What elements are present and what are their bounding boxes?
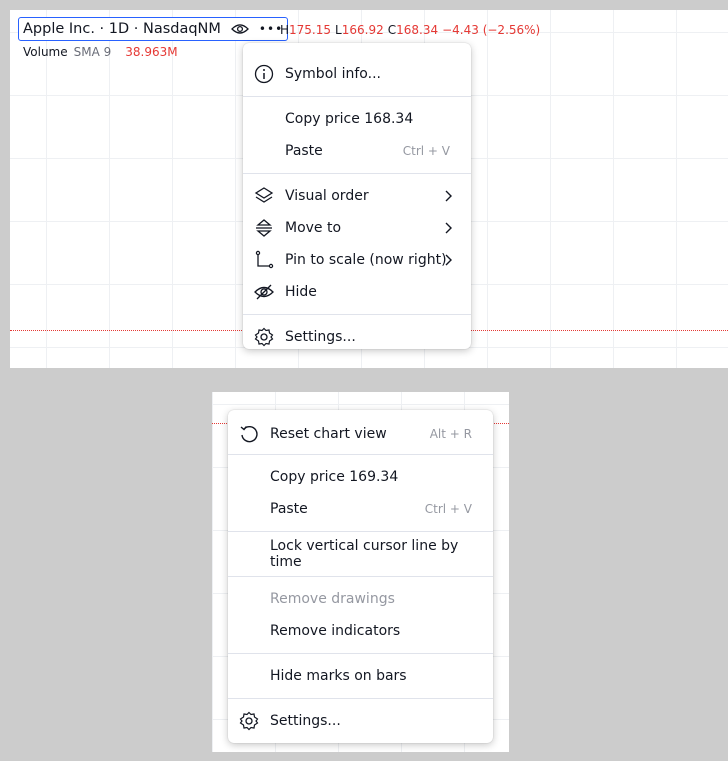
menu-divider [228, 698, 493, 699]
menu-divider [228, 653, 493, 654]
menu-item-copy-price[interactable]: Copy price 168.34 [243, 103, 471, 135]
low-value: 166.92 [341, 23, 384, 37]
eye-icon[interactable] [231, 23, 249, 35]
close-key: C [387, 23, 397, 37]
chevron-right-icon [445, 254, 452, 266]
menu-item-label: Lock vertical cursor line by time [270, 538, 459, 570]
menu-item-hide[interactable]: Hide [243, 276, 471, 308]
reset-shortcut: Alt + R [429, 427, 472, 441]
menu-item-label: Hide [285, 284, 317, 300]
menu-item-label: Remove indicators [270, 623, 401, 639]
menu-item-copy-price[interactable]: Copy price 169.34 [228, 461, 493, 493]
menu-item-remove-drawings: Remove drawings [228, 583, 493, 615]
paste-shortcut: Ctrl + V [424, 502, 472, 516]
menu-item-label: Symbol info... [285, 66, 381, 82]
chart-panel-bottom[interactable]: Reset chart view Alt + R Copy price 169.… [212, 392, 509, 752]
menu-item-settings[interactable]: Settings... [243, 321, 471, 353]
gear-icon [239, 711, 259, 731]
menu-item-paste[interactable]: Paste Ctrl + V [228, 493, 493, 525]
layers-icon [254, 187, 274, 203]
info-icon [254, 64, 274, 84]
menu-divider [243, 96, 471, 97]
menu-item-label: Pin to scale (now right) [285, 252, 447, 268]
high-value: 175.15 [289, 23, 332, 37]
gear-icon [254, 327, 274, 347]
change-value: −4.43 (−2.56%) [442, 23, 541, 37]
symbol-legend[interactable]: Apple Inc. · 1D · NasdaqNM ••• [18, 17, 289, 41]
menu-item-lock-cursor[interactable]: Lock vertical cursor line by time [228, 538, 493, 570]
move-to-icon [256, 219, 272, 237]
volume-value: 38.963M [125, 45, 178, 59]
menu-item-hide-marks[interactable]: Hide marks on bars [228, 660, 493, 692]
ohlc-values: H175.15 L166.92 C168.34 −4.43 (−2.56%) [280, 23, 540, 37]
menu-item-label: Remove drawings [270, 591, 395, 607]
menu-item-symbol-info[interactable]: Symbol info... [243, 58, 471, 90]
menu-item-label: Copy price 168.34 [285, 111, 414, 127]
menu-divider [228, 454, 493, 455]
menu-item-paste[interactable]: Paste Ctrl + V [243, 135, 471, 167]
menu-item-visual-order[interactable]: Visual order [243, 180, 471, 212]
symbol-title[interactable]: Apple Inc. · 1D · NasdaqNM [23, 21, 221, 37]
low-key: L [335, 23, 342, 37]
chevron-right-icon [445, 222, 452, 234]
menu-divider [243, 314, 471, 315]
menu-item-label: Settings... [270, 713, 341, 729]
menu-item-label: Paste [270, 501, 308, 517]
paste-shortcut: Ctrl + V [402, 144, 450, 158]
series-context-menu: Symbol info... Copy price 168.34 Paste C… [243, 43, 471, 349]
chevron-right-icon [445, 190, 452, 202]
menu-item-label: Paste [285, 143, 323, 159]
reset-icon [240, 425, 258, 443]
menu-item-label: Hide marks on bars [270, 668, 407, 684]
high-key: H [280, 23, 290, 37]
close-value: 168.34 [396, 23, 439, 37]
menu-item-label: Reset chart view [270, 426, 387, 442]
menu-item-move-to[interactable]: Move to [243, 212, 471, 244]
menu-item-settings[interactable]: Settings... [228, 705, 493, 737]
menu-item-label: Settings... [285, 329, 356, 345]
menu-item-remove-indicators[interactable]: Remove indicators [228, 615, 493, 647]
menu-item-label: Visual order [285, 188, 369, 204]
volume-sma: SMA 9 [73, 45, 112, 59]
pin-scale-icon [255, 250, 274, 269]
menu-item-pin-to-scale[interactable]: Pin to scale (now right) [243, 244, 471, 276]
volume-label: Volume [23, 45, 68, 59]
menu-divider [228, 531, 493, 532]
menu-divider [243, 173, 471, 174]
menu-divider [228, 576, 493, 577]
chart-context-menu: Reset chart view Alt + R Copy price 169.… [228, 410, 493, 743]
menu-item-label: Copy price 169.34 [270, 469, 399, 485]
menu-item-reset-chart-view[interactable]: Reset chart view Alt + R [228, 418, 493, 450]
eye-crossed-icon [254, 284, 274, 300]
volume-legend[interactable]: Volume SMA 9 38.963M [23, 45, 178, 59]
chart-panel-top[interactable]: Apple Inc. · 1D · NasdaqNM ••• H175.15 L… [10, 10, 728, 368]
menu-item-label: Move to [285, 220, 342, 236]
